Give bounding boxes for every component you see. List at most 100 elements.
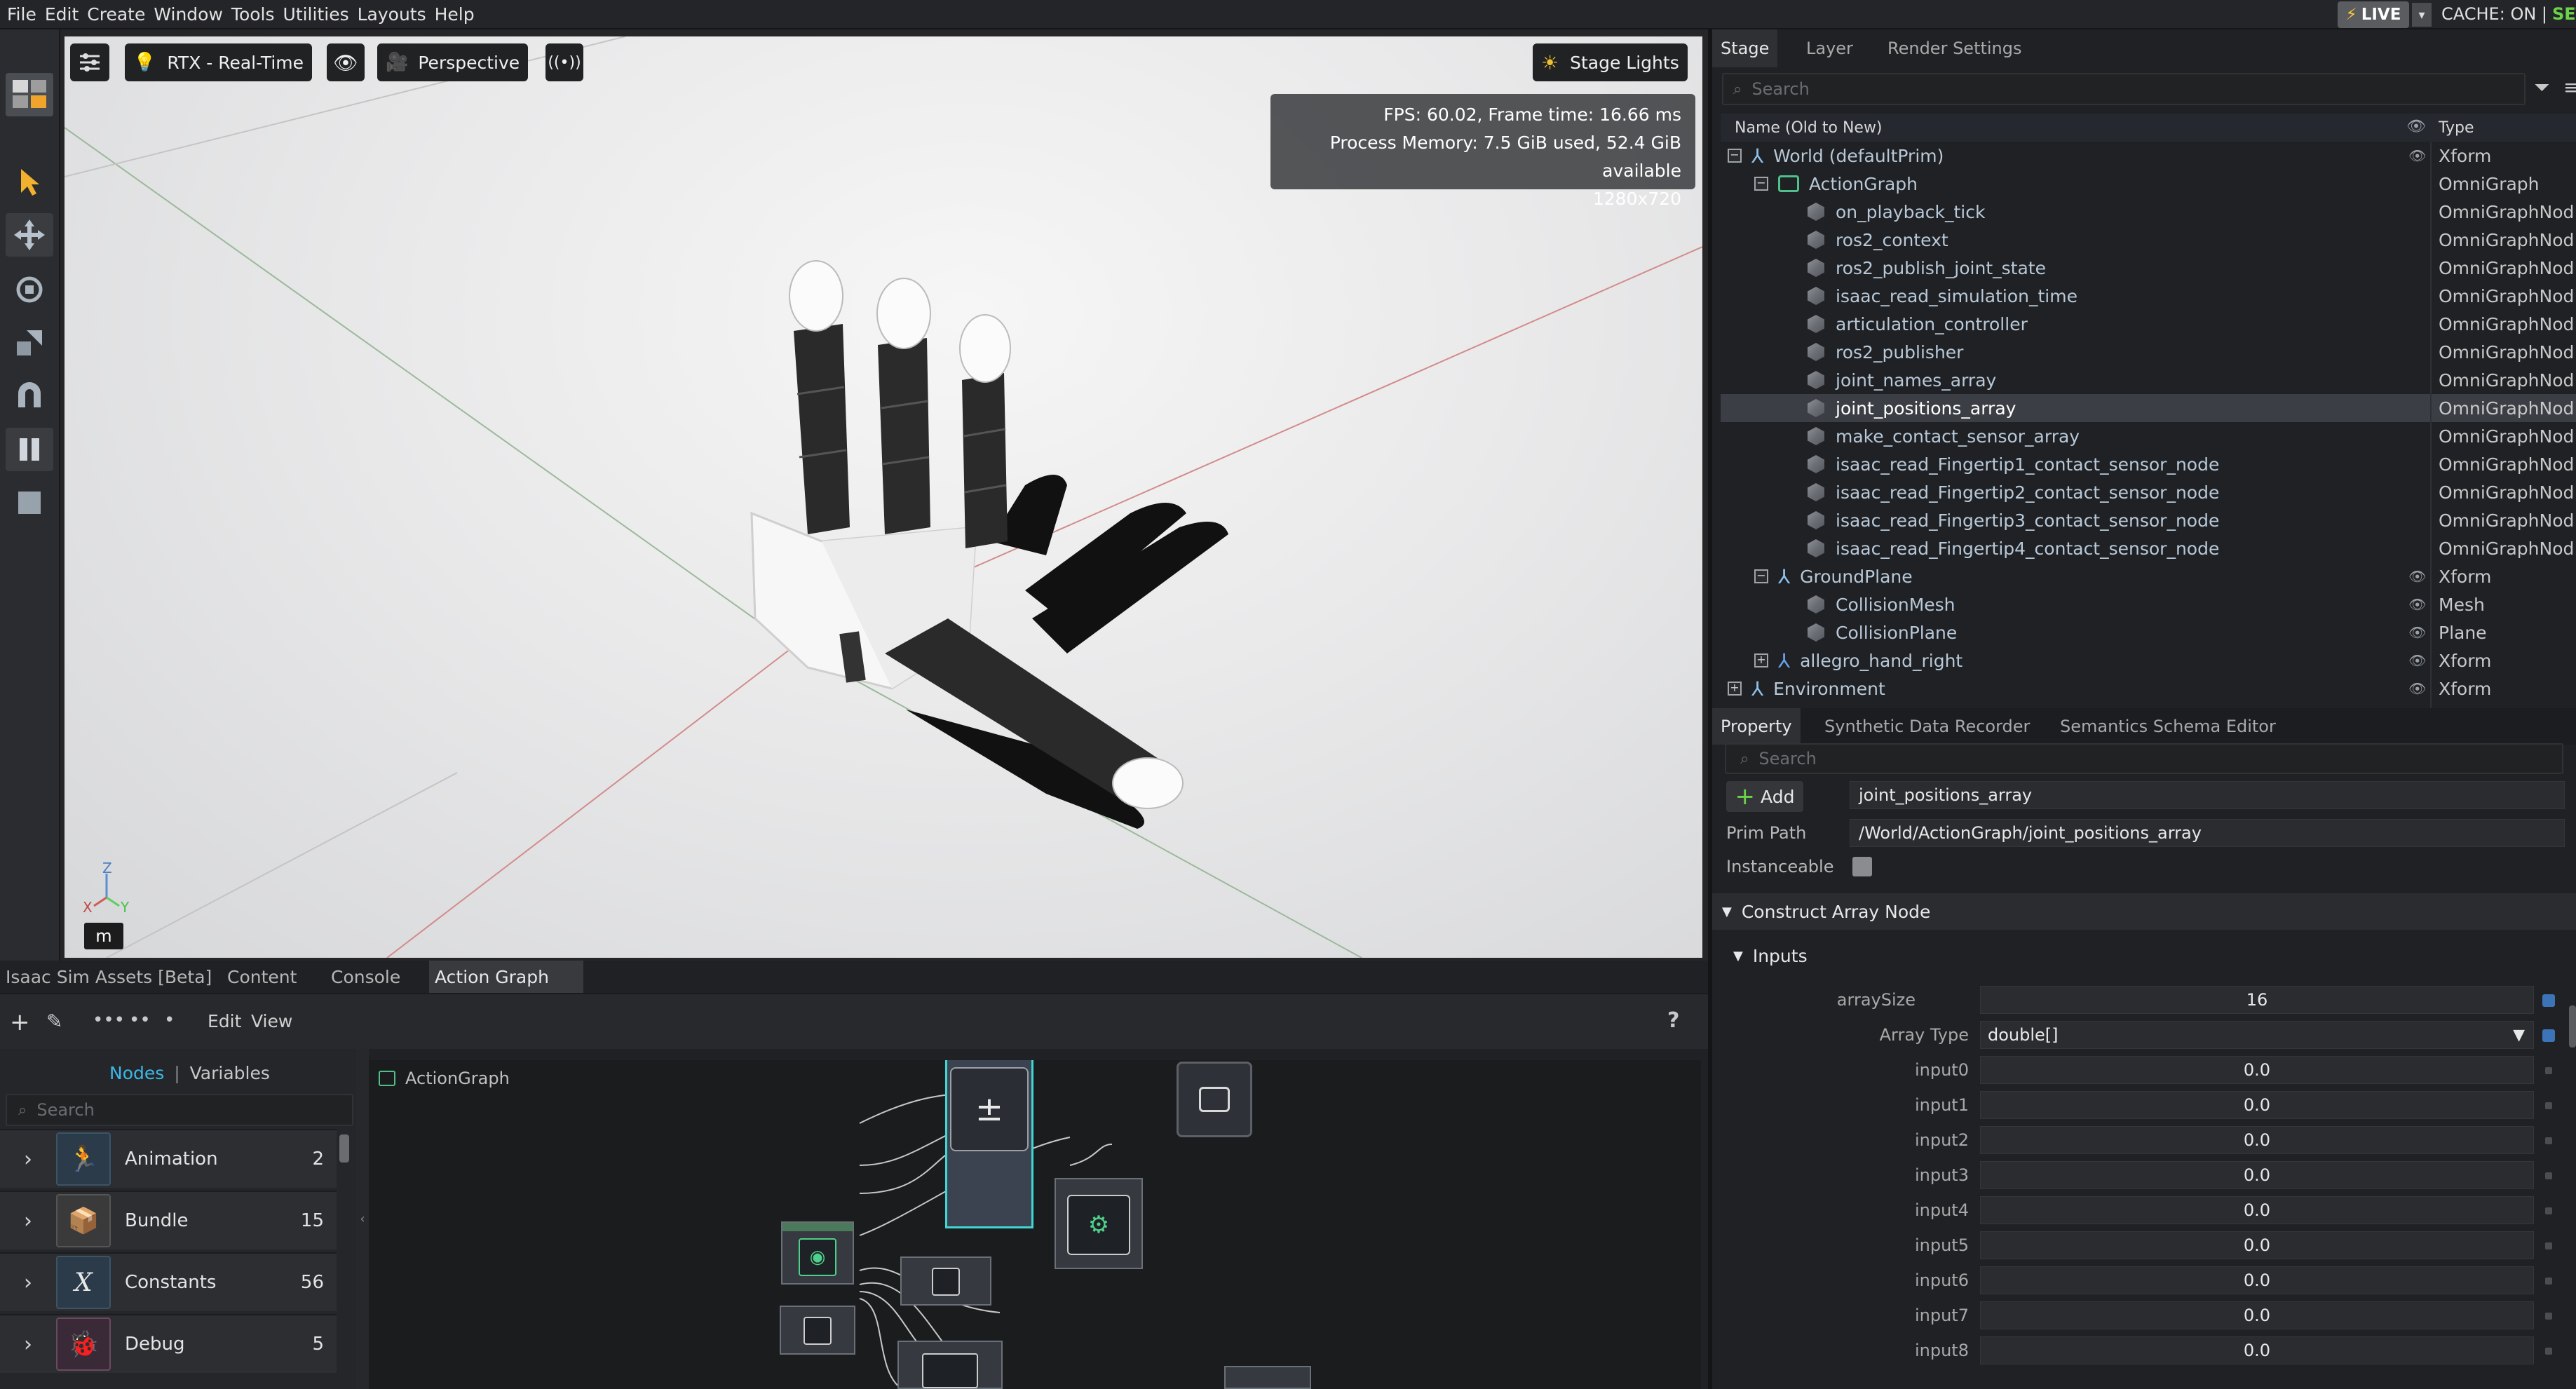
property-scrollbar[interactable]	[2569, 1005, 2576, 1048]
tab-layer[interactable]: Layer	[1798, 29, 1862, 67]
tree-row[interactable]: ros2_publish_joint_state OmniGraphNod	[1721, 254, 2576, 282]
renderer-button[interactable]: 💡 RTX - Real-Time	[125, 43, 313, 81]
column-name-header[interactable]: Name (Old to New)	[1735, 119, 1883, 137]
tab-nodes[interactable]: Nodes	[109, 1063, 164, 1083]
tab-property[interactable]: Property	[1712, 708, 1801, 745]
tree-row[interactable]: ros2_context OmniGraphNod	[1721, 226, 2576, 254]
menu-file[interactable]: File	[7, 4, 36, 25]
graph-node-publish-joint-state[interactable]: ⚙	[1055, 1178, 1143, 1269]
collapse-icon[interactable]: −	[1728, 149, 1742, 163]
dots-three-icon[interactable]: •••	[93, 1010, 125, 1031]
tree-row[interactable]: + ⅄ Environment 👁 Xform	[1721, 675, 2576, 703]
camera-button[interactable]: 🎥 Perspective	[377, 43, 529, 81]
array-size-field[interactable]: 16	[1980, 986, 2534, 1014]
collapse-handle[interactable]: ‹	[356, 1049, 369, 1389]
tab-isaac-sim-assets[interactable]: Isaac Sim Assets [Beta]	[0, 961, 217, 993]
pause-button[interactable]	[6, 428, 53, 471]
tree-row[interactable]: isaac_read_Fingertip1_contact_sensor_nod…	[1721, 450, 2576, 478]
viewport[interactable]: 💡 RTX - Real-Time 👁 🎥 Perspective ((•)) ☀ S…	[65, 36, 1702, 958]
visibility-eye-icon[interactable]: 👁	[2408, 624, 2426, 641]
select-tool-button[interactable]	[6, 160, 53, 203]
input-value-field[interactable]: 0.0	[1980, 1196, 2534, 1224]
menu-help[interactable]: Help	[435, 4, 475, 25]
scale-tool-button[interactable]	[6, 321, 53, 365]
tree-row[interactable]: − ⅄ World (defaultPrim) 👁 Xform	[1721, 142, 2576, 170]
help-icon[interactable]: ?	[1667, 1008, 1679, 1033]
tab-synthetic-data-recorder[interactable]: Synthetic Data Recorder	[1816, 708, 2038, 745]
graph-node-selected[interactable]: ±	[945, 1060, 1033, 1228]
input-value-field[interactable]: 0.0	[1980, 1231, 2534, 1259]
visibility-button[interactable]: 👁	[327, 43, 365, 81]
graph-node-contact-sensor[interactable]	[897, 1341, 1003, 1389]
nodes-scrollbar[interactable]	[339, 1134, 349, 1163]
graph-node-ros2-context[interactable]	[780, 1306, 855, 1355]
menu-layouts[interactable]: Layouts	[358, 4, 426, 25]
menu-window[interactable]: Window	[154, 4, 223, 25]
expand-icon[interactable]: +	[1728, 682, 1742, 696]
input-value-field[interactable]: 0.0	[1980, 1336, 2534, 1364]
column-type-header[interactable]: Type	[2439, 119, 2474, 137]
hamburger-icon[interactable]: ≡	[2563, 76, 2576, 99]
action-graph-canvas[interactable]: ActionGraph ± ◉ ⚙	[369, 1060, 1701, 1389]
tree-row[interactable]: articulation_controller OmniGraphNod	[1721, 310, 2576, 338]
dots-one-icon[interactable]: •	[164, 1010, 175, 1031]
tree-row[interactable]: isaac_read_simulation_time OmniGraphNod	[1721, 282, 2576, 310]
menu-utilities[interactable]: Utilities	[283, 4, 349, 25]
dots-two-icon[interactable]: ••	[129, 1010, 151, 1031]
input-value-field[interactable]: 0.0	[1980, 1091, 2534, 1119]
live-dropdown-button[interactable]: ▾	[2412, 3, 2432, 27]
instanceable-checkbox[interactable]	[1852, 857, 1872, 876]
rotate-tool-button[interactable]	[6, 268, 53, 311]
tree-row[interactable]: isaac_read_Fingertip4_contact_sensor_nod…	[1721, 534, 2576, 562]
stage-search[interactable]: ⌕ Search	[1722, 73, 2526, 105]
edit-menu[interactable]: Edit	[208, 1011, 241, 1031]
menu-edit[interactable]: Edit	[45, 4, 79, 25]
visibility-eye-icon[interactable]: 👁	[2408, 680, 2426, 697]
tab-action-graph[interactable]: Action Graph	[429, 961, 583, 993]
graph-node-sim-time[interactable]	[900, 1256, 991, 1306]
category-animation[interactable]: › 🏃 Animation 2	[0, 1129, 337, 1188]
stage-lights-button[interactable]: ☀ Stage Lights	[1533, 43, 1688, 81]
broadcast-button[interactable]: ((•))	[545, 43, 583, 81]
tree-row[interactable]: make_contact_sensor_array OmniGraphNod	[1721, 422, 2576, 450]
collapse-icon[interactable]: −	[1754, 569, 1768, 583]
snap-tool-button[interactable]	[6, 374, 53, 418]
visibility-eye-icon[interactable]: 👁	[2408, 568, 2426, 585]
visibility-eye-icon[interactable]: 👁	[2408, 147, 2426, 164]
tree-row[interactable]: CollisionPlane 👁 Plane	[1721, 618, 2576, 646]
tab-variables[interactable]: Variables	[190, 1063, 270, 1083]
tree-row[interactable]: + ⅄ allegro_hand_right 👁 Xform	[1721, 646, 2576, 675]
tree-row[interactable]: − ActionGraph OmniGraph	[1721, 170, 2576, 198]
input-value-field[interactable]: 0.0	[1980, 1266, 2534, 1294]
inputs-section[interactable]: ▼ Inputs	[1712, 938, 2576, 973]
tree-row[interactable]: joint_positions_array OmniGraphNod	[1721, 394, 2576, 422]
input-value-field[interactable]: 0.0	[1980, 1056, 2534, 1084]
tree-row[interactable]: ros2_publisher OmniGraphNod	[1721, 338, 2576, 366]
tree-row[interactable]: CollisionMesh 👁 Mesh	[1721, 590, 2576, 618]
move-tool-button[interactable]	[6, 213, 53, 257]
menu-create[interactable]: Create	[87, 4, 145, 25]
live-button[interactable]: ⚡ LIVE	[2338, 1, 2409, 28]
category-bundle[interactable]: › 📦 Bundle 15	[0, 1191, 337, 1249]
tab-semantics-schema-editor[interactable]: Semantics Schema Editor	[2052, 708, 2284, 745]
viewport-menu-button[interactable]	[70, 43, 109, 81]
menu-tools[interactable]: Tools	[231, 4, 275, 25]
category-constants[interactable]: › X Constants 56	[0, 1252, 337, 1311]
nodes-search[interactable]: ⌕ Search	[6, 1094, 353, 1126]
tree-row[interactable]: isaac_read_Fingertip2_contact_sensor_nod…	[1721, 478, 2576, 506]
pencil-icon[interactable]: ✎	[46, 1010, 62, 1033]
collapse-icon[interactable]: −	[1754, 177, 1768, 191]
tab-console[interactable]: Console	[325, 961, 406, 993]
graph-node-array[interactable]	[1177, 1062, 1252, 1137]
construct-array-section[interactable]: ▼ Construct Array Node	[1712, 893, 2576, 930]
tab-render-settings[interactable]: Render Settings	[1879, 29, 2031, 67]
tab-stage[interactable]: Stage	[1712, 29, 1778, 67]
filter-icon[interactable]: ⏷	[2534, 76, 2549, 100]
input-value-field[interactable]: 0.0	[1980, 1301, 2534, 1329]
graph-node-ros2-publisher[interactable]	[1224, 1366, 1311, 1389]
view-menu[interactable]: View	[251, 1011, 292, 1031]
tree-row[interactable]: on_playback_tick OmniGraphNod	[1721, 198, 2576, 226]
category-debug[interactable]: › 🐞 Debug 5	[0, 1314, 337, 1373]
input-value-field[interactable]: 0.0	[1980, 1161, 2534, 1189]
array-type-select[interactable]: double[] ▼	[1980, 1021, 2534, 1049]
